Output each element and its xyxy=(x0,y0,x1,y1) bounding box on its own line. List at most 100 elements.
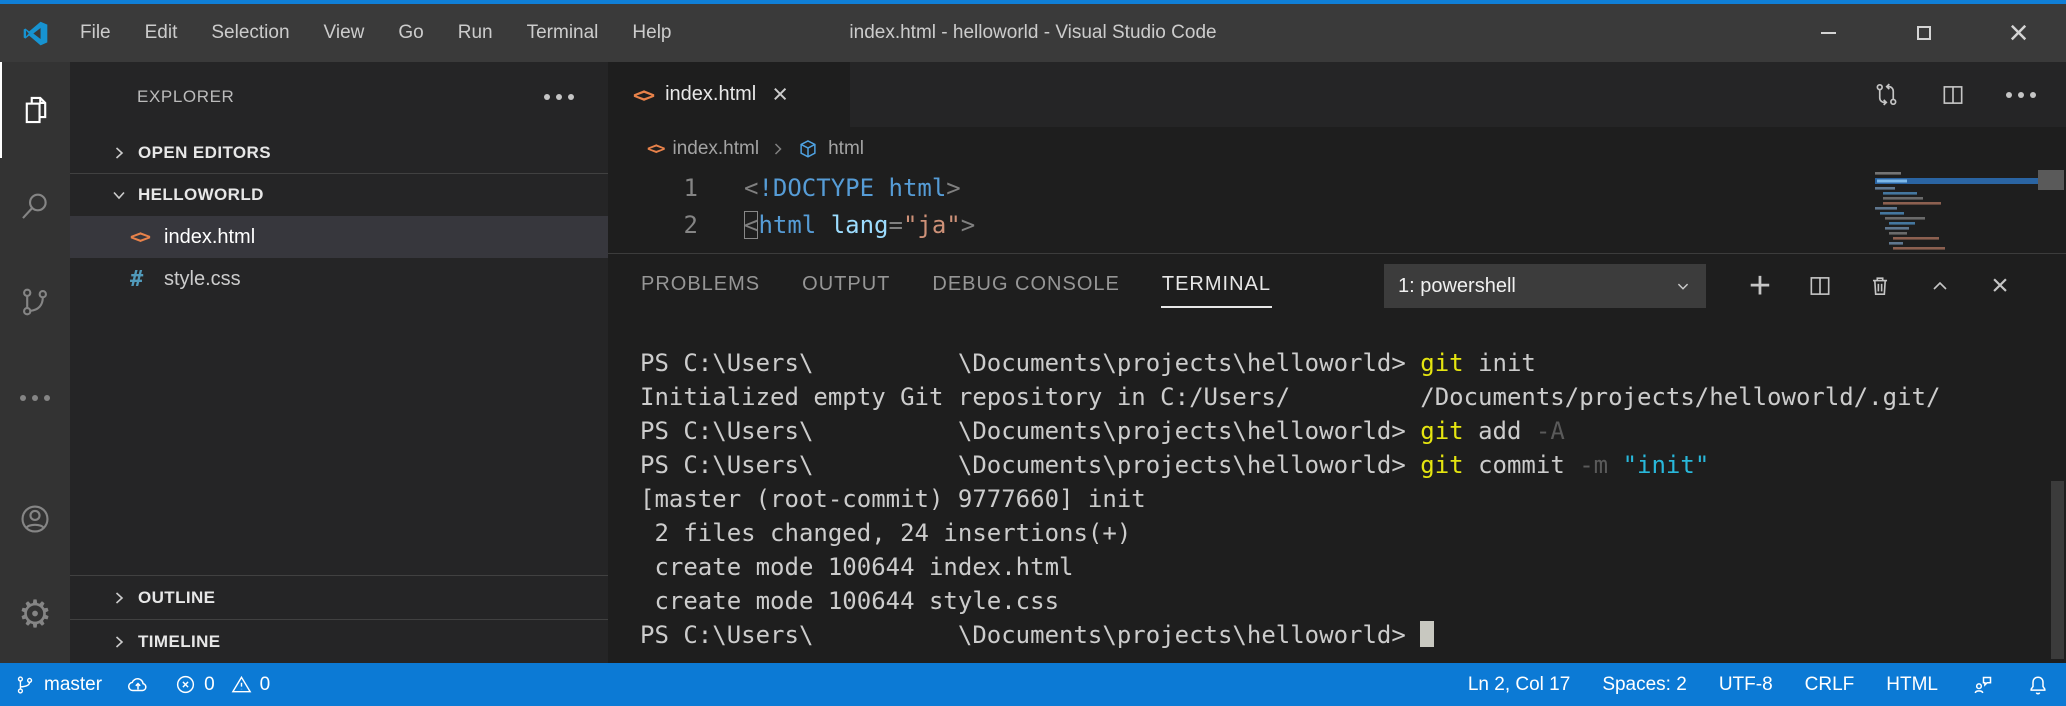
menu-edit[interactable]: Edit xyxy=(128,4,195,62)
terminal-output[interactable]: PS C:\Users\ \Documents\projects\hellowo… xyxy=(608,318,2066,652)
split-editor-icon[interactable] xyxy=(1940,82,1966,108)
code-token: !DOCTYPE html xyxy=(758,174,946,202)
terminal-cursor xyxy=(1420,621,1434,647)
sync-changes-button[interactable] xyxy=(126,673,150,697)
chevron-right-icon xyxy=(110,144,128,162)
timeline-section[interactable]: TIMELINE xyxy=(70,619,608,663)
source-control-icon xyxy=(18,285,52,319)
chevron-down-icon xyxy=(1672,275,1694,297)
close-icon: × xyxy=(1991,271,2009,301)
branch-name: master xyxy=(44,674,102,696)
terminal-shell-select[interactable]: 1: powershell xyxy=(1384,264,1706,308)
problems-indicator[interactable]: 0 0 xyxy=(174,673,278,696)
terminal-text: git xyxy=(1420,451,1463,479)
activity-explorer-button[interactable] xyxy=(0,62,70,158)
terminal-line: [master (root-commit) 9777660] init xyxy=(640,482,2066,516)
git-branch-indicator[interactable]: master xyxy=(14,674,102,696)
feedback-icon[interactable] xyxy=(1970,673,1994,697)
menu-selection[interactable]: Selection xyxy=(194,4,306,62)
terminal-line: PS C:\Users\ \Documents\projects\hellowo… xyxy=(640,414,2066,448)
activity-bar-spacer xyxy=(0,446,70,471)
titlebar: File Edit Selection View Go Run Terminal… xyxy=(0,4,2066,62)
menu-run[interactable]: Run xyxy=(441,4,510,62)
tab-problems[interactable]: PROBLEMS xyxy=(640,265,761,308)
maximize-panel-button[interactable] xyxy=(1910,274,1970,298)
language-mode[interactable]: HTML xyxy=(1886,674,1938,696)
split-terminal-button[interactable] xyxy=(1790,273,1850,299)
code-token: > xyxy=(961,211,975,239)
warning-icon xyxy=(230,673,253,696)
cursor-position[interactable]: Ln 2, Col 17 xyxy=(1468,674,1570,696)
more-dots-icon xyxy=(20,395,50,401)
indentation-setting[interactable]: Spaces: 2 xyxy=(1602,674,1687,696)
new-terminal-button[interactable]: + xyxy=(1730,267,1790,305)
tab-index-html[interactable]: <> index.html × xyxy=(608,62,850,127)
status-left: master 0 0 xyxy=(14,673,278,697)
account-icon xyxy=(18,502,52,536)
terminal-text: "init" xyxy=(1623,451,1710,479)
tab-close-icon[interactable]: × xyxy=(772,81,788,108)
activity-settings-button[interactable]: ⚙ xyxy=(0,567,70,663)
file-name: style.css xyxy=(164,268,241,291)
tab-output[interactable]: OUTPUT xyxy=(801,265,891,308)
open-changes-icon[interactable] xyxy=(1873,81,1900,108)
gear-icon: ⚙ xyxy=(18,596,52,634)
tab-terminal[interactable]: TERMINAL xyxy=(1161,265,1272,308)
tab-debug-console[interactable]: DEBUG CONSOLE xyxy=(931,265,1120,308)
outline-section[interactable]: OUTLINE xyxy=(70,575,608,619)
terminal-text: -m xyxy=(1579,451,1608,479)
minimize-icon xyxy=(1821,32,1836,34)
status-bar: master 0 0 Ln 2, Col 17 Spaces: 2 UTF-8 … xyxy=(0,663,2066,706)
minimize-button[interactable] xyxy=(1781,4,1876,62)
minimap[interactable] xyxy=(1875,172,2040,253)
activity-source-control-button[interactable] xyxy=(0,254,70,350)
terminal-scrollbar[interactable] xyxy=(2051,481,2064,659)
breadcrumb-symbol[interactable]: html xyxy=(828,138,864,160)
breadcrumb-file[interactable]: index.html xyxy=(672,138,759,160)
editor-actions xyxy=(1873,62,2036,127)
window-controls: × xyxy=(1781,4,2066,62)
editor-tab-bar: <> index.html × xyxy=(608,62,2066,127)
code-area[interactable]: 1 <!DOCTYPE html> 2 <html lang="ja"> xyxy=(608,170,2066,244)
terminal-text: -A xyxy=(1536,417,1565,445)
terminal-text: add xyxy=(1464,417,1536,445)
chevron-right-icon xyxy=(768,139,788,159)
code-token xyxy=(816,211,830,239)
close-panel-button[interactable]: × xyxy=(1970,271,2030,301)
menu-file[interactable]: File xyxy=(63,4,128,62)
close-button[interactable]: × xyxy=(1971,4,2066,62)
timeline-label: TIMELINE xyxy=(138,632,221,652)
explorer-title: EXPLORER xyxy=(137,87,234,107)
menu-view[interactable]: View xyxy=(307,4,382,62)
folder-section[interactable]: HELLOWORLD xyxy=(70,174,608,216)
line-number: 2 xyxy=(608,207,698,244)
chevron-down-icon xyxy=(110,186,128,204)
more-actions-icon[interactable] xyxy=(2006,92,2036,98)
bell-icon[interactable] xyxy=(2026,673,2050,697)
kill-terminal-button[interactable] xyxy=(1850,273,1910,299)
eol-setting[interactable]: CRLF xyxy=(1805,674,1855,696)
activity-more-button[interactable] xyxy=(0,350,70,446)
menu-terminal[interactable]: Terminal xyxy=(510,4,616,62)
file-item-index-html[interactable]: <> index.html xyxy=(70,216,608,258)
outline-label: OUTLINE xyxy=(138,588,215,608)
explorer-actions-icon[interactable] xyxy=(544,94,574,100)
plus-icon: + xyxy=(1749,267,1771,305)
code-token: html xyxy=(758,211,816,239)
maximize-button[interactable] xyxy=(1876,4,1971,62)
terminal-text: commit xyxy=(1464,451,1580,479)
activity-search-button[interactable] xyxy=(0,158,70,254)
terminal-text: create mode 100644 style.css xyxy=(640,587,1059,615)
terminal-line: PS C:\Users\ \Documents\projects\hellowo… xyxy=(640,618,2066,652)
chevron-right-icon xyxy=(110,589,128,607)
menu-go[interactable]: Go xyxy=(381,4,440,62)
code-token: < xyxy=(744,174,758,202)
encoding-setting[interactable]: UTF-8 xyxy=(1719,674,1773,696)
error-count: 0 xyxy=(204,674,215,696)
shell-select-value: 1: powershell xyxy=(1398,275,1516,298)
code-token: = xyxy=(889,211,903,239)
activity-account-button[interactable] xyxy=(0,471,70,567)
editor-scrollbar[interactable] xyxy=(2038,170,2064,190)
file-item-style-css[interactable]: # style.css xyxy=(70,258,608,300)
open-editors-section[interactable]: OPEN EDITORS xyxy=(70,132,608,174)
